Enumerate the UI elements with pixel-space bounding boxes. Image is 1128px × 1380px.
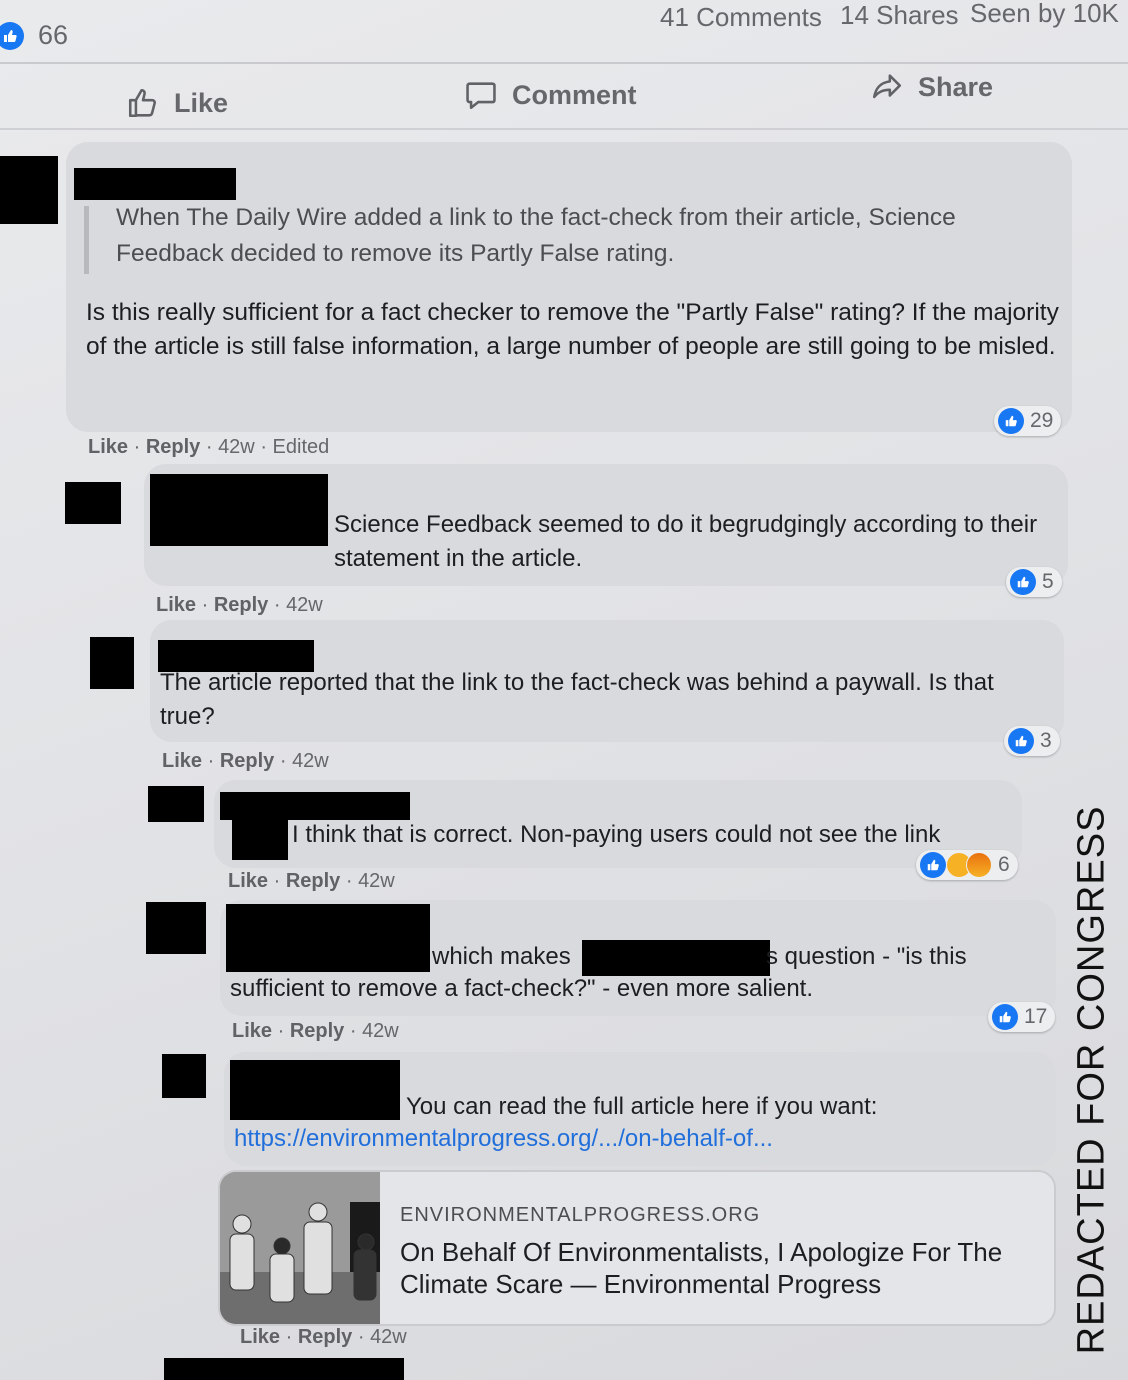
comment-meta: Like · Reply · 42w (228, 870, 395, 892)
reaction-badge[interactable]: 6 (916, 850, 1018, 880)
article-thumbnail (220, 1172, 380, 1324)
divider (0, 128, 1128, 130)
edited-label: Edited (272, 436, 330, 458)
like-button-label: Like (174, 87, 229, 118)
timestamp[interactable]: 42w (358, 870, 395, 892)
comment-text: Is this really sufficient for a fact che… (86, 299, 1059, 360)
like-reaction-icon (992, 1004, 1018, 1030)
reply-link[interactable]: Reply (220, 750, 274, 772)
reaction-badge[interactable]: 17 (988, 1002, 1056, 1032)
comment-icon (466, 82, 496, 110)
reaction-badge[interactable]: 29 (994, 406, 1062, 436)
like-link[interactable]: Like (232, 1020, 272, 1042)
redacted-author-name (230, 1060, 400, 1120)
comments-count-link[interactable]: 41 Comments (660, 2, 822, 33)
post-stats-bar: 66 41 Comments 14 Shares Seen by 10K (0, 0, 1128, 60)
reply-link[interactable]: Reply (214, 594, 268, 616)
timestamp[interactable]: 42w (286, 594, 323, 616)
comment-meta: Like · Reply · 42w (162, 750, 329, 772)
timestamp[interactable]: 42w (218, 436, 255, 458)
reaction-count: 5 (1042, 570, 1054, 593)
like-reaction-icon (0, 22, 24, 50)
reaction-count: 3 (1040, 729, 1052, 752)
comment-text: The article reported that the link to th… (160, 669, 994, 730)
comment-button-label: Comment (512, 79, 637, 110)
reaction-badge[interactable]: 5 (1006, 567, 1062, 597)
like-reaction-icon (920, 852, 946, 878)
link-preview-card[interactable]: ENVIRONMENTALPROGRESS.ORG On Behalf Of E… (218, 1170, 1056, 1326)
share-button[interactable]: Share (870, 70, 993, 104)
comment-meta: Like · Reply · 42w (232, 1020, 399, 1042)
share-button-label: Share (918, 71, 994, 102)
avatar[interactable] (148, 786, 204, 822)
people-photo-icon (220, 1172, 380, 1324)
avatar[interactable] (65, 482, 121, 524)
like-reaction-icon (998, 408, 1024, 434)
quote-bar (84, 206, 89, 274)
timestamp[interactable]: 42w (370, 1326, 407, 1348)
redacted-author-name (164, 1358, 404, 1380)
comment-text: Science Feedback seemed to do it begrudg… (334, 508, 1054, 576)
reaction-count: 29 (1030, 409, 1054, 432)
like-link[interactable]: Like (240, 1326, 280, 1348)
reply-link[interactable]: Reply (298, 1326, 352, 1348)
redacted-author-name (74, 168, 236, 200)
reaction-count: 17 (1024, 1005, 1048, 1028)
preview-title: On Behalf Of Environmentalists, I Apolog… (400, 1237, 1003, 1299)
reaction-badge[interactable]: 3 (1004, 726, 1060, 756)
share-icon (872, 74, 902, 99)
comment-text-part: s question - "is this (766, 943, 967, 970)
avatar[interactable] (0, 156, 58, 224)
like-link[interactable]: Like (228, 870, 268, 892)
timestamp[interactable]: 42w (292, 750, 329, 772)
like-link[interactable]: Like (162, 750, 202, 772)
redacted-author-name (150, 474, 328, 546)
redacted-mention (232, 816, 288, 860)
article-link[interactable]: https://environmentalprogress.org/.../on… (234, 1122, 1044, 1156)
like-link[interactable]: Like (88, 436, 128, 458)
timestamp[interactable]: 42w (362, 1020, 399, 1042)
avatar[interactable] (146, 902, 206, 954)
like-reaction-icon (1008, 728, 1034, 754)
reaction-count: 6 (998, 853, 1010, 876)
seen-by-link[interactable]: Seen by 10K (970, 0, 1119, 29)
reply-link[interactable]: Reply (286, 870, 340, 892)
redacted-mention (582, 940, 770, 976)
like-reaction-icon (1010, 569, 1036, 595)
avatar[interactable] (162, 1054, 206, 1098)
thumbs-up-icon (128, 88, 156, 118)
like-button[interactable]: Like (126, 86, 228, 120)
redacted-author-name (226, 904, 430, 972)
comment-button[interactable]: Comment (464, 78, 637, 112)
divider (0, 62, 1128, 64)
avatar[interactable] (90, 637, 134, 689)
comment-text: I think that is correct. Non-paying user… (292, 821, 941, 848)
redacted-for-congress-watermark: REDACTED FOR CONGRESS (1070, 805, 1113, 1355)
comment-text: You can read the full article here if yo… (406, 1093, 878, 1120)
like-link[interactable]: Like (156, 594, 196, 616)
comment-text-content: Science Feedback seemed to do it begrudg… (334, 511, 1038, 572)
reply-link[interactable]: Reply (146, 436, 200, 458)
comment-meta: Like · Reply · 42w (156, 594, 323, 616)
shares-count-link[interactable]: 14 Shares (840, 0, 959, 31)
comment-text-part: which makes (432, 943, 571, 970)
comment-meta: Like · Reply · 42w · Edited (88, 436, 330, 458)
preview-domain: ENVIRONMENTALPROGRESS.ORG (400, 1204, 761, 1226)
reaction-count[interactable]: 66 (38, 20, 68, 51)
comment-text-part: sufficient to remove a fact-check?" - ev… (230, 975, 814, 1002)
comment-meta: Like · Reply · 42w (240, 1326, 407, 1348)
angry-reaction-icon (966, 852, 992, 878)
quoted-text: When The Daily Wire added a link to the … (116, 204, 956, 267)
reply-link[interactable]: Reply (290, 1020, 344, 1042)
